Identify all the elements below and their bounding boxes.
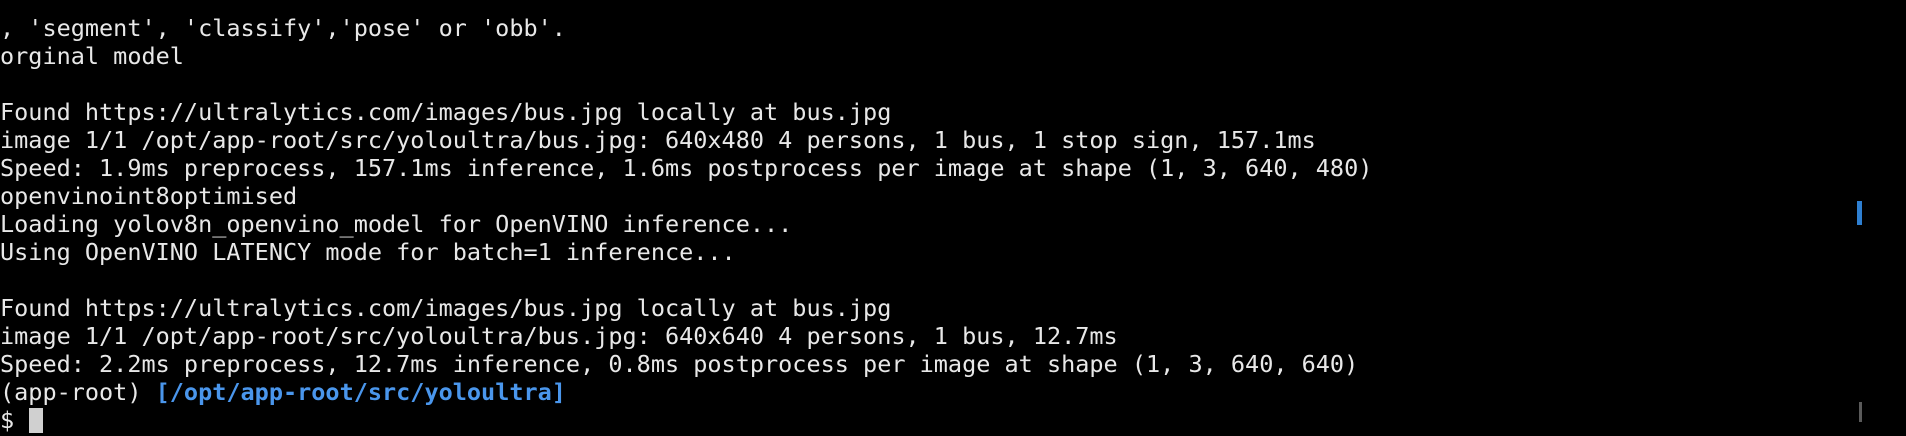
prompt-line: (app-root) [/opt/app-root/src/yoloultra]: [0, 378, 1372, 406]
prompt-symbol: $: [0, 406, 15, 434]
scroll-marker[interactable]: [1857, 201, 1862, 225]
text-cursor[interactable]: [29, 408, 44, 433]
terminal-line: image 1/1 /opt/app-root/src/yoloultra/bu…: [0, 322, 1118, 350]
terminal-line: image 1/1 /opt/app-root/src/yoloultra/bu…: [0, 126, 1316, 154]
prompt-path: [/opt/app-root/src/yoloultra]: [155, 378, 566, 406]
scrollbar-thumb[interactable]: [1859, 402, 1862, 422]
terminal-line: openvinoint8optimised: [0, 182, 298, 210]
terminal-line: Using OpenVINO LATENCY mode for batch=1 …: [0, 238, 736, 266]
terminal-line: orginal model: [0, 42, 184, 70]
terminal-line: , 'segment', 'classify','pose' or 'obb'.: [0, 14, 566, 42]
input-line[interactable]: $: [0, 406, 1372, 434]
terminal-window[interactable]: , 'segment', 'classify','pose' or 'obb'.…: [0, 0, 1880, 436]
terminal-line: Found https://ultralytics.com/images/bus…: [0, 98, 892, 126]
prompt-env: (app-root): [0, 378, 156, 406]
terminal-line: Found https://ultralytics.com/images/bus…: [0, 294, 892, 322]
terminal-output: , 'segment', 'classify','pose' or 'obb'.…: [0, 0, 1372, 434]
terminal-line: Loading yolov8n_openvino_model for OpenV…: [0, 210, 793, 238]
terminal-line: Speed: 1.9ms preprocess, 157.1ms inferen…: [0, 154, 1373, 182]
terminal-line: Speed: 2.2ms preprocess, 12.7ms inferenc…: [0, 350, 1359, 378]
